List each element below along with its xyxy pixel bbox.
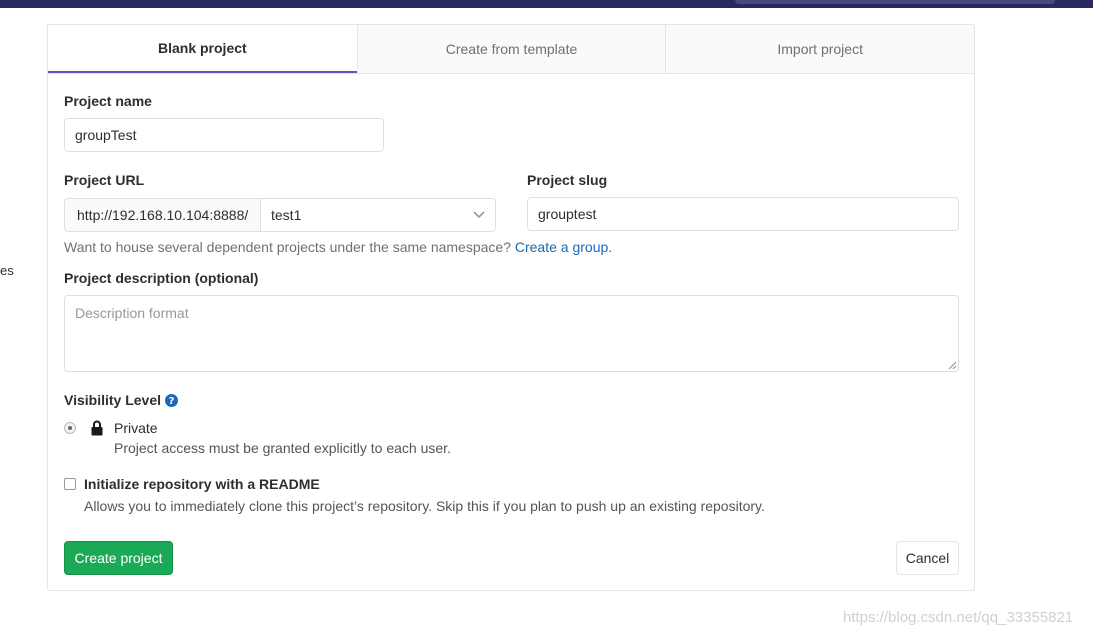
project-slug-label: Project slug [527,172,608,188]
namespace-help-text: Want to house several dependent projects… [64,239,612,255]
namespace-select[interactable]: test1 [260,198,496,232]
project-url-label: Project URL [64,172,145,188]
visibility-private-label: Private [114,420,158,436]
project-slug-input[interactable]: grouptest [527,197,959,231]
tab-blank-project[interactable]: Blank project [48,25,357,73]
description-placeholder: Description format [75,305,189,321]
navbar-search[interactable] [735,0,1055,4]
namespace-help-message: Want to house several dependent projects… [64,239,511,255]
cancel-button[interactable]: Cancel [896,541,959,575]
visibility-level-label: Visibility Level ? [64,392,179,408]
namespace-select-value: test1 [271,207,302,223]
lock-icon [91,420,103,436]
tab-import-project[interactable]: Import project [665,25,975,73]
project-description-textarea[interactable]: Description format [64,295,959,372]
project-name-input[interactable]: groupTest [64,118,384,152]
project-name-label: Project name [64,93,152,109]
visibility-level-text: Visibility Level [64,392,162,408]
create-project-button[interactable]: Create project [64,541,173,575]
question-circle-icon[interactable]: ? [165,393,179,407]
initialize-readme-description: Allows you to immediately clone this pro… [84,498,765,514]
create-group-link[interactable]: Create a group. [515,239,612,255]
new-project-panel: Blank project Create from template Impor… [47,24,975,591]
visibility-private-radio[interactable] [64,422,76,434]
top-navbar [0,0,1093,8]
project-description-label: Project description (optional) [64,270,259,286]
project-url-prefix: http://192.168.10.104:8888/ [64,198,260,232]
watermark: https://blog.csdn.net/qq_33355821 [843,609,1074,626]
chevron-down-icon [473,199,485,219]
svg-text:?: ? [169,396,175,407]
tab-create-from-template[interactable]: Create from template [356,25,666,73]
initialize-readme-checkbox[interactable] [64,478,76,490]
sidebar-text-fragment: es [0,263,14,278]
resize-handle-icon[interactable] [948,361,956,369]
visibility-private-description: Project access must be granted explicitl… [114,440,451,456]
initialize-readme-label: Initialize repository with a README [84,476,320,492]
project-tabs: Blank project Create from template Impor… [48,25,975,74]
